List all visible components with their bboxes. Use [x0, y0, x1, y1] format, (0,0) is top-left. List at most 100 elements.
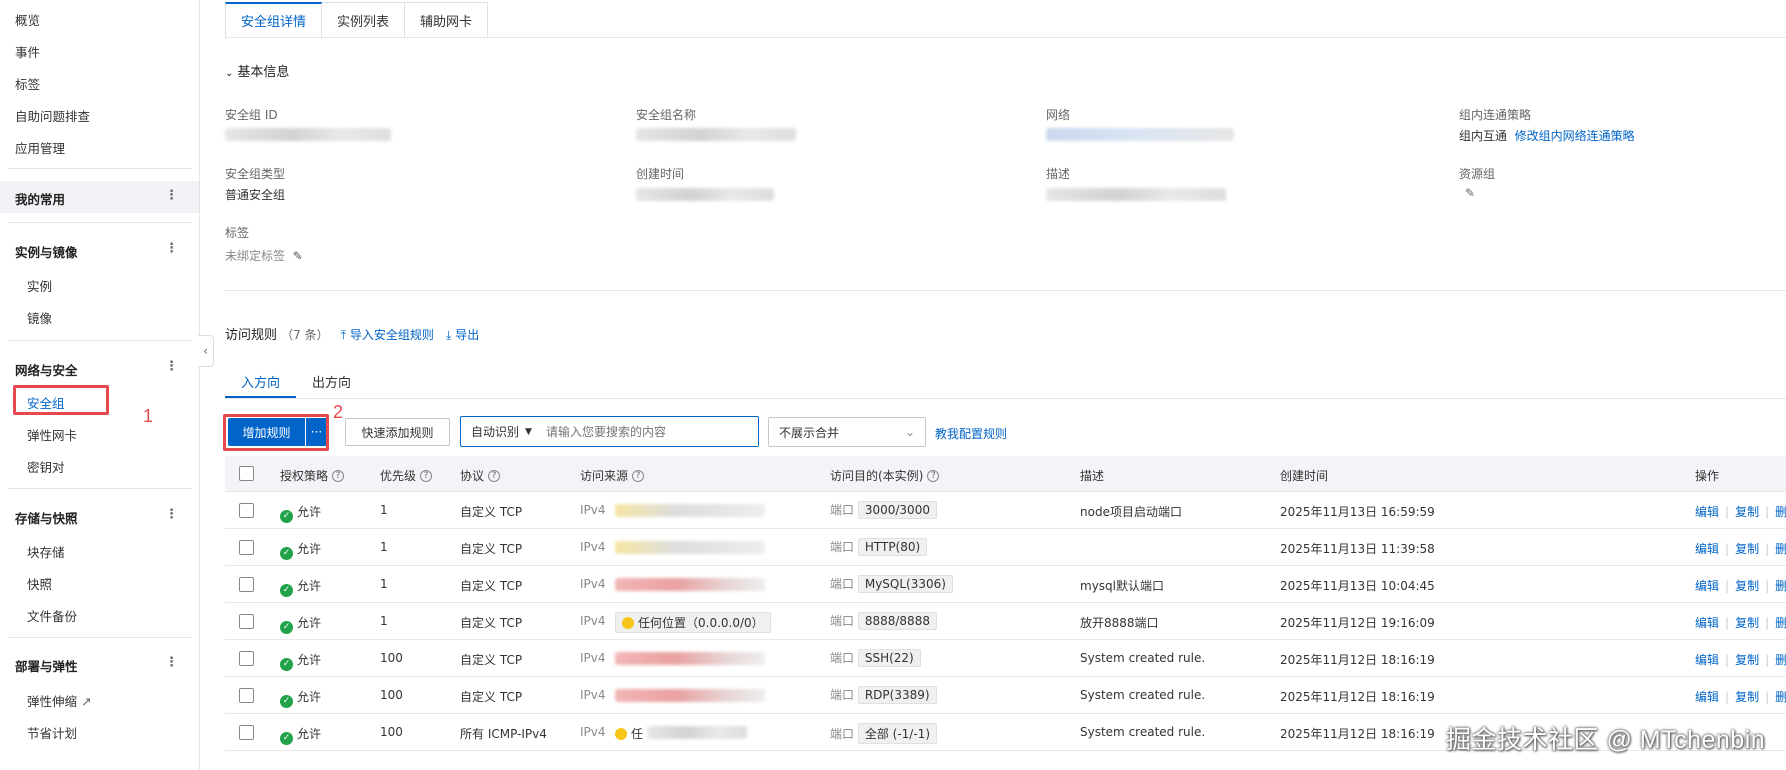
row-checkbox[interactable] [239, 503, 254, 518]
sidebar-item-autoscaling[interactable]: 弹性伸缩 ↗ [27, 691, 91, 710]
more-vertical-icon[interactable]: ⋮ [165, 241, 178, 256]
row-checkbox[interactable] [239, 577, 254, 592]
merge-display-select[interactable]: 不展示合并 ⌄ [768, 417, 926, 447]
copy-link[interactable]: 复制 [1735, 653, 1759, 667]
basic-info-toggle[interactable]: ⌄ 基本信息 [225, 61, 289, 80]
tab-inbound[interactable]: 入方向 [225, 372, 297, 398]
copy-link[interactable]: 复制 [1735, 690, 1759, 704]
sidebar-item-events[interactable]: 事件 [15, 42, 40, 61]
more-vertical-icon[interactable]: ⋮ [165, 359, 178, 374]
sidebar-item-instance[interactable]: 实例 [27, 276, 52, 295]
edit-icon[interactable]: ✎ [1465, 186, 1475, 200]
copy-link[interactable]: 复制 [1735, 616, 1759, 630]
delete-link[interactable]: 删 [1775, 690, 1786, 704]
search-box: 自动识别 ▼ [460, 416, 759, 447]
edit-link[interactable]: 编辑 [1695, 505, 1719, 519]
tag-label: 标签 [225, 226, 250, 240]
direction-tabs: 入方向 出方向 [225, 372, 367, 398]
tab-secondary-eni[interactable]: 辅助网卡 [405, 2, 489, 38]
sidebar-item-tags[interactable]: 标签 [15, 74, 40, 93]
help-icon[interactable]: ? [420, 469, 433, 482]
sidebar-item-overview[interactable]: 概览 [15, 10, 40, 29]
tab-instance-list[interactable]: 实例列表 [322, 2, 406, 38]
source-value: 任何位置（0.0.0.0/0） [615, 612, 771, 633]
copy-link[interactable]: 复制 [1735, 505, 1759, 519]
delete-link[interactable]: 删 [1775, 616, 1786, 630]
sidebar-item-block-storage[interactable]: 块存储 [27, 542, 65, 561]
copy-link[interactable]: 复制 [1735, 542, 1759, 556]
collapse-sidebar-icon[interactable]: ‹ [198, 335, 214, 367]
edit-link[interactable]: 编辑 [1695, 579, 1719, 593]
config-help-link[interactable]: 教我配置规则 [935, 425, 1007, 442]
select-all-checkbox[interactable] [239, 466, 254, 481]
sidebar-group-network-security[interactable]: 网络与安全 [15, 360, 78, 379]
sidebar-item-savings-plan[interactable]: 节省计划 [27, 723, 77, 742]
sidebar-item-label: 弹性伸缩 [27, 694, 78, 709]
source-value-redacted [615, 689, 765, 702]
policy-cell: ✓ 允许 [280, 688, 321, 708]
edit-link[interactable]: 编辑 [1695, 542, 1719, 556]
watermark: 掘金技术社区 @ MTchenbin [1446, 726, 1766, 754]
dst-prefix: 端口 [830, 577, 855, 591]
sidebar-group-storage[interactable]: 存储与快照 [15, 508, 78, 527]
delete-link[interactable]: 删 [1775, 505, 1786, 519]
tab-sg-detail[interactable]: 安全组详情 [225, 2, 323, 38]
edit-link[interactable]: 编辑 [1695, 690, 1719, 704]
col-label: 描述 [1080, 469, 1105, 483]
description-cell: System created rule. [1080, 725, 1206, 739]
protocol-cell: 自定义 TCP [460, 616, 523, 630]
row-checkbox[interactable] [239, 651, 254, 666]
policy-text: 允许 [297, 542, 322, 556]
help-icon[interactable]: ? [332, 469, 345, 482]
row-checkbox[interactable] [239, 725, 254, 740]
created-cell: 2025年11月12日 18:16:19 [1280, 727, 1435, 741]
import-rules-link[interactable]: ⤒ 导入安全组规则 [341, 328, 434, 342]
row-checkbox[interactable] [239, 688, 254, 703]
row-checkbox[interactable] [239, 614, 254, 629]
description-cell: System created rule. [1080, 651, 1206, 665]
chevron-down-icon: ⌄ [225, 68, 234, 79]
col-label: 创建时间 [1280, 469, 1329, 483]
delete-link[interactable]: 删 [1775, 653, 1786, 667]
sidebar-group-deploy[interactable]: 部署与弹性 [15, 656, 78, 675]
help-icon[interactable]: ? [632, 469, 645, 482]
help-icon[interactable]: ? [488, 469, 501, 482]
help-icon[interactable]: ? [927, 469, 940, 482]
sidebar-group-favorites[interactable]: 我的常用 [15, 189, 65, 208]
delete-link[interactable]: 删 [1775, 579, 1786, 593]
sidebar-item-file-backup[interactable]: 文件备份 [27, 606, 77, 625]
network-value-redacted[interactable] [1046, 128, 1234, 141]
sidebar-item-image[interactable]: 镜像 [27, 308, 52, 327]
export-link[interactable]: ⤓ 导出 [446, 328, 479, 342]
delete-link[interactable]: 删 [1775, 542, 1786, 556]
dst-prefix: 端口 [830, 503, 855, 517]
search-input[interactable] [541, 417, 758, 446]
source-text: 任何位置（0.0.0.0/0） [638, 616, 764, 630]
sidebar-item-app-management[interactable]: 应用管理 [15, 138, 65, 157]
policy-cell: ✓ 允许 [280, 577, 321, 597]
port-tag: RDP(3389) [857, 686, 937, 704]
more-vertical-icon[interactable]: ⋮ [165, 188, 178, 203]
more-vertical-icon[interactable]: ⋮ [165, 655, 178, 670]
quick-add-rule-button[interactable]: 快速添加规则 [345, 418, 450, 446]
table-row: ✓ 允许 1 自定义 TCP IPv4 端口 MySQL(3306) mysql默… [225, 566, 1786, 603]
col-policy: 授权策略? [280, 467, 345, 484]
edit-tag-icon[interactable]: ✎ [293, 249, 303, 263]
edit-policy-link[interactable]: 修改组内网络连通策略 [1515, 129, 1635, 143]
edit-link[interactable]: 编辑 [1695, 616, 1719, 630]
row-checkbox[interactable] [239, 540, 254, 555]
col-label: 访问目的(本实例) [830, 469, 924, 483]
network-label: 网络 [1046, 108, 1071, 122]
sidebar-item-snapshot[interactable]: 快照 [27, 574, 52, 593]
edit-link[interactable]: 编辑 [1695, 653, 1719, 667]
tab-outbound[interactable]: 出方向 [296, 372, 367, 398]
more-vertical-icon[interactable]: ⋮ [165, 507, 178, 522]
copy-link[interactable]: 复制 [1735, 579, 1759, 593]
sidebar-group-instances[interactable]: 实例与镜像 [15, 242, 78, 261]
sidebar-item-troubleshoot[interactable]: 自助问题排查 [15, 106, 90, 125]
sidebar-item-eni[interactable]: 弹性网卡 [27, 425, 77, 444]
created-label: 创建时间 [636, 167, 685, 181]
dst-prefix: 端口 [830, 614, 855, 628]
sidebar-item-keypair[interactable]: 密钥对 [27, 457, 65, 476]
search-type-select[interactable]: 自动识别 ▼ [461, 423, 542, 440]
